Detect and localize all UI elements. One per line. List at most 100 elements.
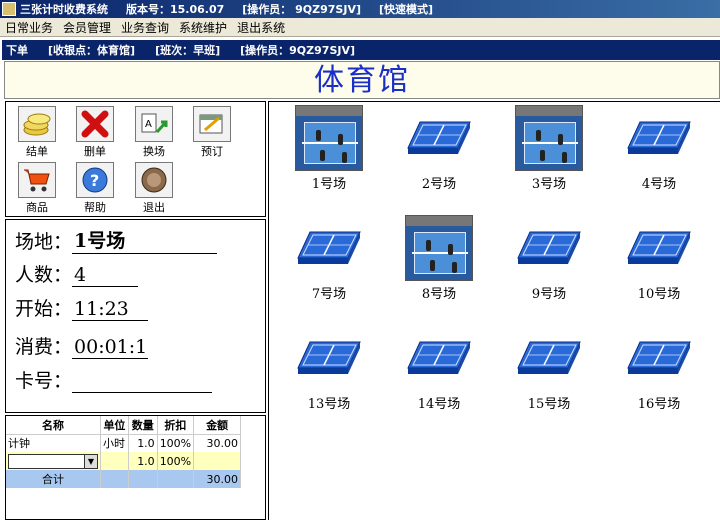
status-point: [收银点：体育馆] bbox=[48, 44, 136, 57]
menu-daily[interactable]: 日常业务 bbox=[0, 19, 58, 36]
svg-text:?: ? bbox=[90, 171, 99, 190]
court-tile[interactable]: 15号场 bbox=[509, 325, 589, 412]
court-icon bbox=[289, 325, 369, 391]
court-tile[interactable]: 16号场 bbox=[619, 325, 699, 412]
col-discount: 折扣 bbox=[157, 416, 195, 435]
delete-label: 删单 bbox=[84, 145, 106, 158]
people-field-value: 4 bbox=[72, 264, 139, 287]
court-icon bbox=[619, 215, 699, 281]
court-tile[interactable]: 10号场 bbox=[619, 215, 699, 302]
col-unit: 单位 bbox=[100, 416, 129, 435]
venue-title: 体育馆 bbox=[314, 63, 410, 98]
cost-field-label: 消费： bbox=[15, 336, 73, 358]
total-amount: 30.00 bbox=[193, 470, 241, 488]
venue-field-label: 场地： bbox=[15, 231, 73, 253]
status-operator: [操作员：9QZ97SJV] bbox=[240, 44, 355, 57]
card-field-label: 卡号： bbox=[15, 370, 73, 392]
court-tile[interactable]: 9号场 bbox=[509, 215, 589, 302]
court-icon bbox=[509, 325, 589, 391]
court-label: 1号场 bbox=[311, 177, 347, 192]
court-icon bbox=[399, 105, 479, 171]
goods-label: 商品 bbox=[26, 201, 48, 214]
court-tile[interactable]: 8号场 bbox=[399, 215, 479, 302]
court-label: 16号场 bbox=[637, 397, 681, 412]
court-label: 8号场 bbox=[421, 287, 457, 302]
cell-unit: 小时 bbox=[100, 434, 129, 452]
court-label: 13号场 bbox=[307, 397, 351, 412]
court-icon bbox=[509, 215, 589, 281]
cell-discount: 100% bbox=[157, 434, 195, 452]
cell-discount[interactable]: 100% bbox=[157, 452, 195, 470]
court-tile[interactable]: 13号场 bbox=[289, 325, 369, 412]
court-label: 7号场 bbox=[311, 287, 347, 302]
exit-button[interactable]: 退出 bbox=[131, 162, 177, 215]
court-icon bbox=[399, 325, 479, 391]
col-name: 名称 bbox=[6, 416, 101, 435]
court-label: 3号场 bbox=[531, 177, 567, 192]
chevron-down-icon[interactable]: ▼ bbox=[84, 454, 97, 468]
court-tile[interactable]: 2号场 bbox=[399, 105, 479, 192]
court-occupied-photo bbox=[399, 215, 479, 281]
swap-button[interactable]: A 换场 bbox=[131, 106, 177, 159]
col-amount: 金额 bbox=[193, 416, 241, 435]
operator-label: [操作员： 9QZ97SJV] bbox=[242, 3, 361, 16]
red-x-icon bbox=[76, 106, 114, 142]
start-field-label: 开始： bbox=[15, 298, 73, 320]
court-grid: 1号场 2号场 3号场 4号场 7号场 8号场 9号场 10号场 13号场 14号场 15号场 16号… bbox=[268, 101, 720, 520]
cell-qty[interactable]: 1.0 bbox=[128, 452, 158, 470]
table-row-total: 合计 30.00 bbox=[6, 470, 241, 488]
court-icon bbox=[289, 215, 369, 281]
svg-text:A: A bbox=[145, 119, 152, 130]
court-label: 2号场 bbox=[421, 177, 457, 192]
cell-amount: 30.00 bbox=[193, 434, 241, 452]
card-field-value[interactable] bbox=[72, 368, 213, 393]
reserve-icon bbox=[193, 106, 231, 142]
item-select[interactable]: ▼ bbox=[8, 453, 98, 469]
menu-maintenance[interactable]: 系统维护 bbox=[174, 19, 232, 36]
swap-label: 换场 bbox=[143, 145, 165, 158]
col-qty: 数量 bbox=[128, 416, 158, 435]
checkout-button[interactable]: 结单 bbox=[14, 106, 60, 159]
total-blank-unit bbox=[100, 470, 129, 488]
version-label: 版本号：15.06.07 bbox=[126, 3, 225, 16]
court-tile[interactable]: 3号场 bbox=[509, 105, 589, 192]
delete-button[interactable]: 删单 bbox=[72, 106, 118, 159]
app-icon bbox=[2, 2, 16, 16]
total-blank-discount bbox=[157, 470, 195, 488]
court-label: 10号场 bbox=[637, 287, 681, 302]
venue-field-value: 1号场 bbox=[72, 226, 218, 254]
start-field-value: 11:23 bbox=[72, 298, 149, 321]
court-tile[interactable]: 14号场 bbox=[399, 325, 479, 412]
order-table: 名称 单位 数量 折扣 金额 计钟 小时 1.0 100% 30.00 ▼ 1.… bbox=[5, 415, 266, 520]
exit-label: 退出 bbox=[143, 201, 165, 214]
menu-query[interactable]: 业务查询 bbox=[116, 19, 174, 36]
venue-banner: 体育馆 bbox=[4, 61, 720, 99]
court-label: 4号场 bbox=[641, 177, 677, 192]
people-field-label: 人数： bbox=[15, 264, 73, 286]
help-icon: ? bbox=[76, 162, 114, 198]
table-row[interactable]: 计钟 小时 1.0 100% 30.00 bbox=[6, 434, 241, 452]
table-row-edit[interactable]: ▼ 1.0 100% bbox=[6, 452, 241, 470]
cost-field-value: 00:01:1 bbox=[72, 336, 149, 359]
cell-name-combo[interactable]: ▼ bbox=[6, 452, 101, 470]
cell-amount bbox=[193, 452, 241, 470]
menu-bar: 日常业务 会员管理 业务查询 系统维护 退出系统 bbox=[0, 18, 720, 37]
court-label: 9号场 bbox=[531, 287, 567, 302]
reserve-button[interactable]: 预订 bbox=[189, 106, 235, 159]
court-icon bbox=[619, 325, 699, 391]
coins-icon bbox=[18, 106, 56, 142]
menu-exit[interactable]: 退出系统 bbox=[232, 19, 290, 36]
help-button[interactable]: ? 帮助 bbox=[72, 162, 118, 215]
cart-icon bbox=[18, 162, 56, 198]
checkout-label: 结单 bbox=[26, 145, 48, 158]
menu-members[interactable]: 会员管理 bbox=[58, 19, 116, 36]
reserve-label: 预订 bbox=[201, 145, 223, 158]
court-tile[interactable]: 1号场 bbox=[289, 105, 369, 192]
help-label: 帮助 bbox=[84, 201, 106, 214]
goods-button[interactable]: 商品 bbox=[14, 162, 60, 215]
court-tile[interactable]: 7号场 bbox=[289, 215, 369, 302]
court-label: 14号场 bbox=[417, 397, 461, 412]
court-tile[interactable]: 4号场 bbox=[619, 105, 699, 192]
exit-icon bbox=[135, 162, 173, 198]
status-mode: 下单 bbox=[6, 44, 28, 57]
